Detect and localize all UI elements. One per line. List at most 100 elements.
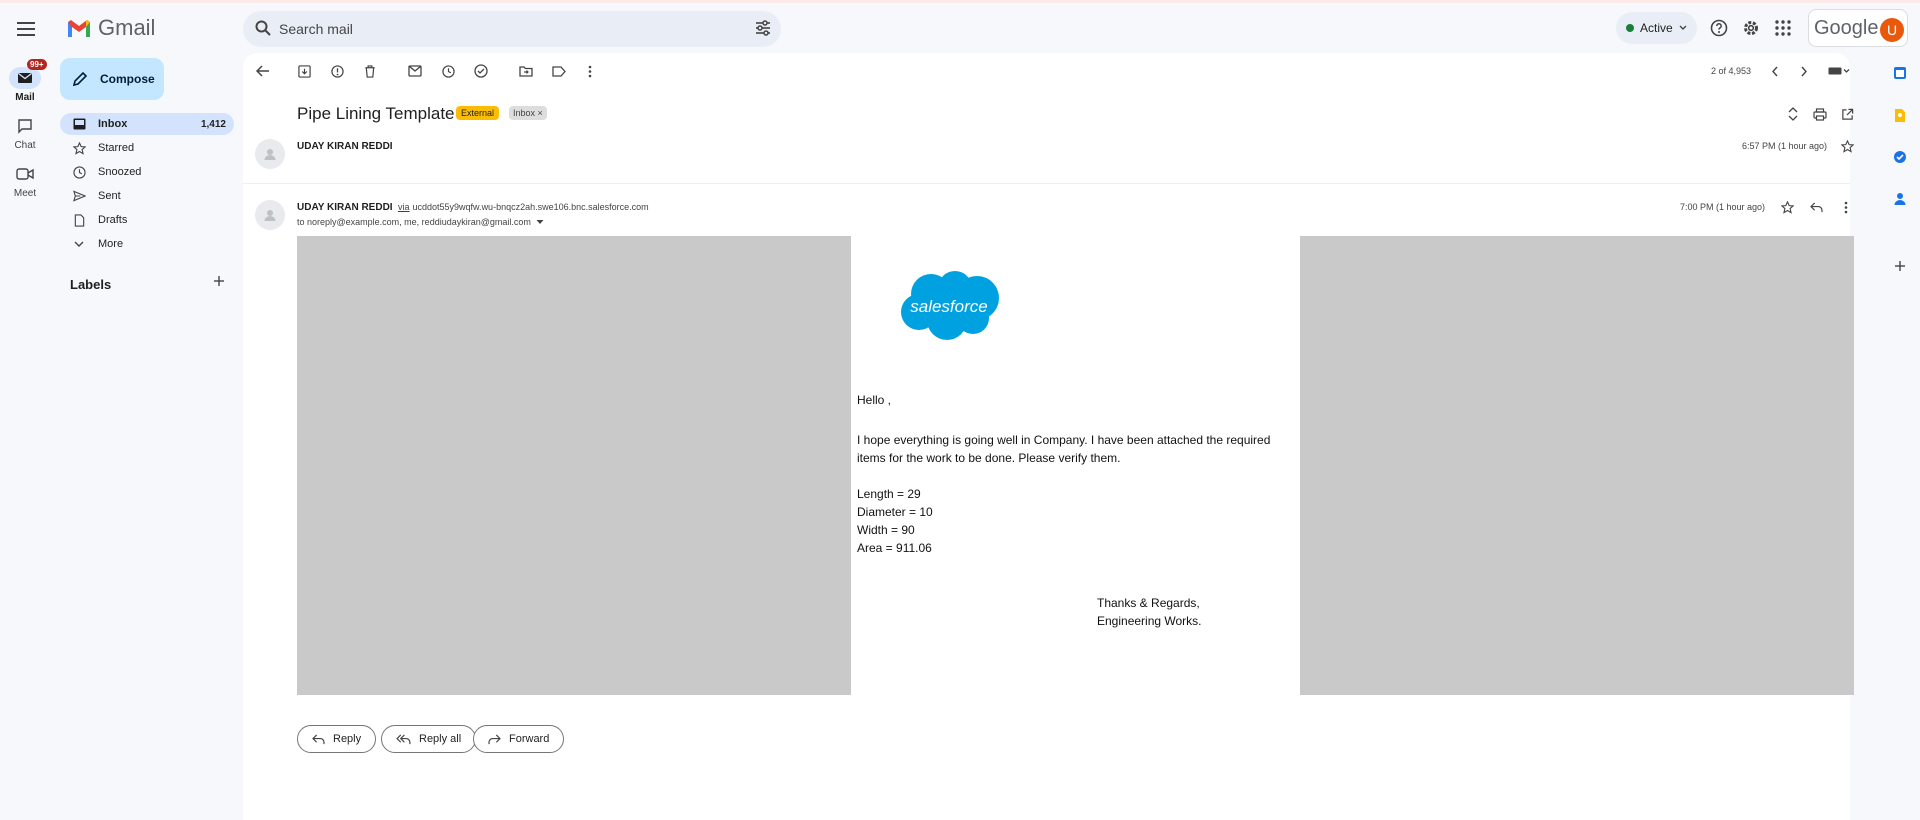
message-divider	[243, 183, 1850, 184]
rail-meet-label: Meet	[13, 188, 37, 199]
reply-button[interactable]: Reply	[297, 725, 377, 753]
inbox-label-chip[interactable]: Inbox ×	[509, 106, 547, 120]
inbox-count: 1,412	[200, 118, 226, 130]
reply-all-label: Reply all	[419, 733, 462, 745]
star-icon	[72, 141, 86, 155]
external-badge: External	[456, 106, 500, 120]
via-word: via	[398, 202, 410, 212]
labels-heading: Labels	[70, 277, 112, 292]
mark-unread-icon[interactable]	[405, 61, 425, 81]
reply-all-button[interactable]: Reply all	[381, 725, 477, 753]
area-value: Area = 911.06	[857, 541, 932, 555]
keep-notes-icon[interactable]	[1889, 104, 1911, 126]
signature-org: Engineering Works.	[1097, 614, 1202, 628]
calendar-icon[interactable]	[1889, 62, 1911, 84]
sidebar-item-label: Inbox	[98, 118, 128, 130]
compose-button[interactable]: Compose	[60, 58, 164, 100]
body-left-background	[297, 236, 851, 695]
search-bar[interactable]	[243, 11, 781, 47]
gmail-m-icon	[68, 20, 90, 37]
star-message-icon[interactable]	[1777, 197, 1797, 217]
search-icon[interactable]	[255, 20, 271, 39]
status-label: Active	[1640, 21, 1673, 35]
via-address: via ucddot55y9wqfw.wu-bnqcz2ah.swe106.bnc…	[398, 202, 649, 212]
sidebar-item-label: Starred	[98, 142, 135, 154]
rail-mail-label: Mail	[15, 92, 35, 103]
chat-icon	[9, 115, 41, 137]
signoff-text: Thanks & Regards,	[1097, 596, 1200, 610]
draft-icon	[72, 213, 86, 227]
collapsed-sender-name[interactable]: UDAY KIRAN REDDI	[297, 141, 393, 152]
sidebar-item-label: More	[98, 238, 124, 250]
reply-arrow-icon[interactable]	[1806, 197, 1826, 217]
apps-grid-icon[interactable]	[1772, 17, 1794, 39]
label-tag-icon[interactable]	[549, 61, 569, 81]
chevron-down-icon	[1679, 25, 1687, 30]
clock-icon	[72, 165, 86, 179]
sidebar-item-more[interactable]: More	[60, 233, 234, 255]
open-in-new-window-icon[interactable]	[1837, 104, 1857, 124]
main-menu-icon[interactable]	[14, 17, 38, 41]
tasks-icon[interactable]	[1889, 146, 1911, 168]
archive-icon[interactable]	[294, 61, 314, 81]
message-time: 7:00 PM (1 hour ago)	[1680, 202, 1766, 212]
sidebar-item-sent[interactable]: Sent	[60, 185, 234, 207]
sender-avatar	[255, 200, 285, 230]
rail-chat[interactable]: Chat	[0, 115, 50, 151]
star-message-icon[interactable]	[1837, 136, 1857, 156]
sender-name[interactable]: UDAY KIRAN REDDI	[297, 202, 393, 213]
snooze-clock-icon[interactable]	[438, 61, 458, 81]
reply-all-arrow-icon	[396, 733, 411, 744]
remove-label-close-icon[interactable]: ×	[538, 108, 543, 118]
contacts-icon[interactable]	[1889, 188, 1911, 210]
back-arrow-icon[interactable]	[253, 61, 273, 81]
search-input[interactable]	[275, 11, 715, 47]
newer-chevron-left-icon[interactable]	[1765, 61, 1785, 81]
status-toggle[interactable]: Active	[1616, 12, 1697, 44]
diameter-value: Diameter = 10	[857, 505, 933, 519]
add-addon-plus-icon[interactable]	[1889, 255, 1911, 277]
sidebar-item-inbox[interactable]: Inbox 1,412	[60, 113, 234, 135]
sidebar-item-label: Snoozed	[98, 166, 142, 178]
salesforce-logo: salesforce	[897, 268, 1001, 345]
reply-arrow-icon	[312, 733, 325, 744]
inbox-icon	[72, 118, 86, 130]
rail-mail[interactable]: 99+ Mail	[0, 59, 50, 103]
account-avatar[interactable]: U	[1880, 18, 1904, 42]
print-icon[interactable]	[1810, 104, 1830, 124]
older-chevron-right-icon[interactable]	[1794, 61, 1814, 81]
sidebar-item-starred[interactable]: Starred	[60, 137, 234, 159]
body-paragraph: I hope everything is going well in Compa…	[857, 433, 1271, 465]
input-tools-keyboard-icon[interactable]	[1826, 61, 1852, 81]
gmail-wordmark: Gmail	[98, 15, 156, 40]
trash-icon[interactable]	[360, 61, 380, 81]
sender-avatar	[255, 139, 285, 169]
expand-all-icon[interactable]	[1783, 104, 1803, 124]
search-options-icon[interactable]	[755, 20, 771, 39]
rail-meet[interactable]: Meet	[0, 163, 50, 199]
width-value: Width = 90	[857, 523, 915, 537]
gmail-logo[interactable]: Gmail	[66, 15, 155, 41]
sidebar-item-label: Drafts	[98, 214, 128, 226]
more-vertical-icon[interactable]	[580, 61, 600, 81]
settings-gear-icon[interactable]	[1740, 17, 1762, 39]
sidebar-item-snoozed[interactable]: Snoozed	[60, 161, 234, 183]
video-camera-icon	[9, 163, 41, 185]
move-to-folder-icon[interactable]	[516, 61, 536, 81]
status-dot	[1626, 24, 1634, 32]
forward-arrow-icon	[488, 733, 501, 744]
recipients-line[interactable]: to noreply@example.com, me, reddiudaykir…	[297, 217, 544, 227]
add-label-plus-icon[interactable]	[213, 275, 225, 290]
pagination-text: 2 of 4,953	[1711, 66, 1752, 76]
show-details-chevron-icon[interactable]	[536, 219, 544, 225]
forward-button[interactable]: Forward	[473, 725, 565, 753]
more-vertical-icon[interactable]	[1836, 197, 1856, 217]
help-icon[interactable]	[1708, 17, 1730, 39]
add-task-icon[interactable]	[471, 61, 491, 81]
reply-label: Reply	[333, 733, 362, 745]
length-value: Length = 29	[857, 487, 921, 501]
rail-chat-label: Chat	[14, 140, 36, 151]
report-spam-icon[interactable]	[327, 61, 347, 81]
salesforce-logo-text: salesforce	[910, 297, 987, 316]
sidebar-item-drafts[interactable]: Drafts	[60, 209, 234, 231]
